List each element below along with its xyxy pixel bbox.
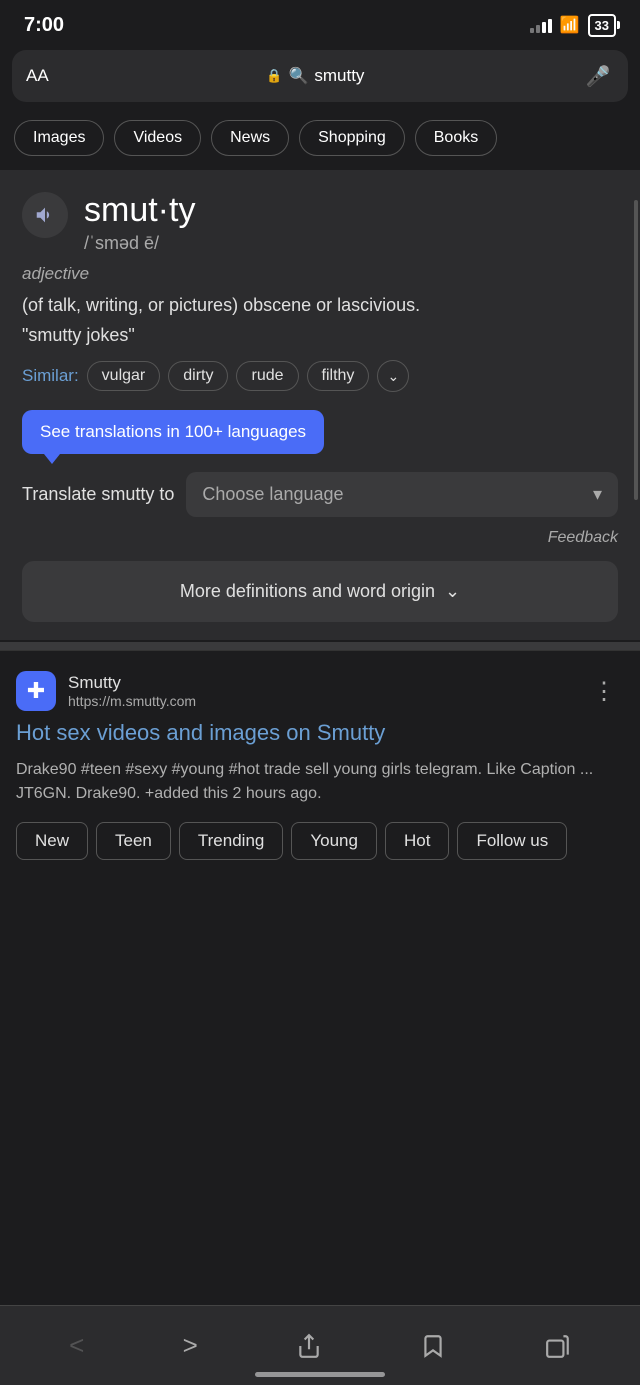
search-icon: 🔍: [288, 66, 308, 86]
tab-books[interactable]: Books: [415, 120, 497, 156]
back-icon: <: [69, 1330, 84, 1361]
translate-row: Translate smutty to Choose language ▾: [22, 472, 618, 517]
word-info: smut·ty /ˈsməd ē/: [84, 192, 195, 254]
tag-young[interactable]: Young: [291, 822, 377, 860]
language-select-placeholder: Choose language: [202, 484, 343, 505]
tabs-button[interactable]: [531, 1323, 585, 1369]
search-center: 🔒 🔍 smutty: [59, 66, 572, 86]
result-card: ✚ Smutty https://m.smutty.com ⋮ Hot sex …: [0, 650, 640, 880]
similar-tag-filthy[interactable]: filthy: [307, 361, 370, 391]
result-menu-button[interactable]: ⋮: [584, 673, 624, 710]
site-text: Smutty https://m.smutty.com: [68, 673, 196, 709]
tag-trending[interactable]: Trending: [179, 822, 283, 860]
part-of-speech: adjective: [22, 264, 618, 284]
share-icon: [296, 1333, 322, 1359]
battery-indicator: 33: [588, 14, 616, 37]
bookmarks-button[interactable]: [406, 1323, 460, 1369]
tab-videos[interactable]: Videos: [114, 120, 201, 156]
result-header: ✚ Smutty https://m.smutty.com ⋮: [16, 671, 624, 711]
translate-label: Translate smutty to: [22, 484, 174, 505]
result-tags-row: New Teen Trending Young Hot Follow us: [16, 822, 624, 864]
site-name: Smutty: [68, 673, 196, 693]
sound-icon: [34, 204, 56, 226]
similar-label: Similar:: [22, 366, 79, 386]
result-title[interactable]: Hot sex videos and images on Smutty: [16, 719, 624, 748]
forward-button[interactable]: >: [169, 1320, 212, 1371]
word-pronunciation: /ˈsməd ē/: [84, 233, 195, 254]
share-button[interactable]: [282, 1323, 336, 1369]
similar-tag-rude[interactable]: rude: [236, 361, 298, 391]
expand-similar-button[interactable]: ⌄: [377, 360, 409, 392]
similar-tag-dirty[interactable]: dirty: [168, 361, 228, 391]
result-snippet: Drake90 #teen #sexy #young #hot trade se…: [16, 758, 624, 806]
similar-row: Similar: vulgar dirty rude filthy ⌄: [22, 360, 618, 392]
status-time: 7:00: [24, 14, 64, 37]
status-bar: 7:00 📶 33: [0, 0, 640, 50]
signal-icon: [530, 17, 552, 33]
aa-text[interactable]: AA: [26, 66, 49, 86]
mic-icon[interactable]: 🎤: [582, 60, 614, 92]
feedback-link[interactable]: Feedback: [548, 529, 618, 546]
word-example: "smutty jokes": [22, 325, 618, 346]
word-title: smut·ty: [84, 192, 195, 229]
tab-shopping[interactable]: Shopping: [299, 120, 405, 156]
lock-icon: 🔒: [266, 68, 282, 84]
search-bar[interactable]: AA 🔒 🔍 smutty 🎤: [12, 50, 628, 102]
similar-tag-vulgar[interactable]: vulgar: [87, 361, 161, 391]
result-site-info: ✚ Smutty https://m.smutty.com: [16, 671, 196, 711]
dictionary-card: smut·ty /ˈsməd ē/ adjective (of talk, wr…: [0, 170, 640, 640]
forward-icon: >: [183, 1330, 198, 1361]
tabs-icon: [545, 1333, 571, 1359]
wifi-icon: 📶: [560, 15, 580, 35]
sound-button[interactable]: [22, 192, 68, 238]
tag-follow-us[interactable]: Follow us: [457, 822, 567, 860]
search-query[interactable]: smutty: [314, 66, 364, 86]
word-header: smut·ty /ˈsməd ē/: [22, 192, 618, 254]
tab-images[interactable]: Images: [14, 120, 104, 156]
translation-tooltip[interactable]: See translations in 100+ languages: [22, 410, 324, 454]
status-icons: 📶 33: [530, 14, 616, 37]
tag-teen[interactable]: Teen: [96, 822, 171, 860]
bookmarks-icon: [420, 1333, 446, 1359]
tabs-row: Images Videos News Shopping Books: [0, 110, 640, 170]
chevron-down-icon-defs: ⌄: [445, 581, 460, 602]
feedback-row: Feedback: [22, 529, 618, 547]
back-button[interactable]: <: [55, 1320, 98, 1371]
tab-news[interactable]: News: [211, 120, 289, 156]
more-defs-label: More definitions and word origin: [180, 581, 435, 602]
home-indicator: [255, 1372, 385, 1377]
site-icon-char: ✚: [27, 678, 45, 704]
more-definitions-button[interactable]: More definitions and word origin ⌄: [22, 561, 618, 622]
tag-new[interactable]: New: [16, 822, 88, 860]
chevron-down-icon: ▾: [593, 484, 602, 505]
site-icon: ✚: [16, 671, 56, 711]
site-url: https://m.smutty.com: [68, 693, 196, 709]
language-select[interactable]: Choose language ▾: [186, 472, 618, 517]
section-separator: [0, 642, 640, 650]
word-definition: (of talk, writing, or pictures) obscene …: [22, 292, 618, 319]
scroll-track: [634, 200, 638, 500]
tag-hot[interactable]: Hot: [385, 822, 449, 860]
